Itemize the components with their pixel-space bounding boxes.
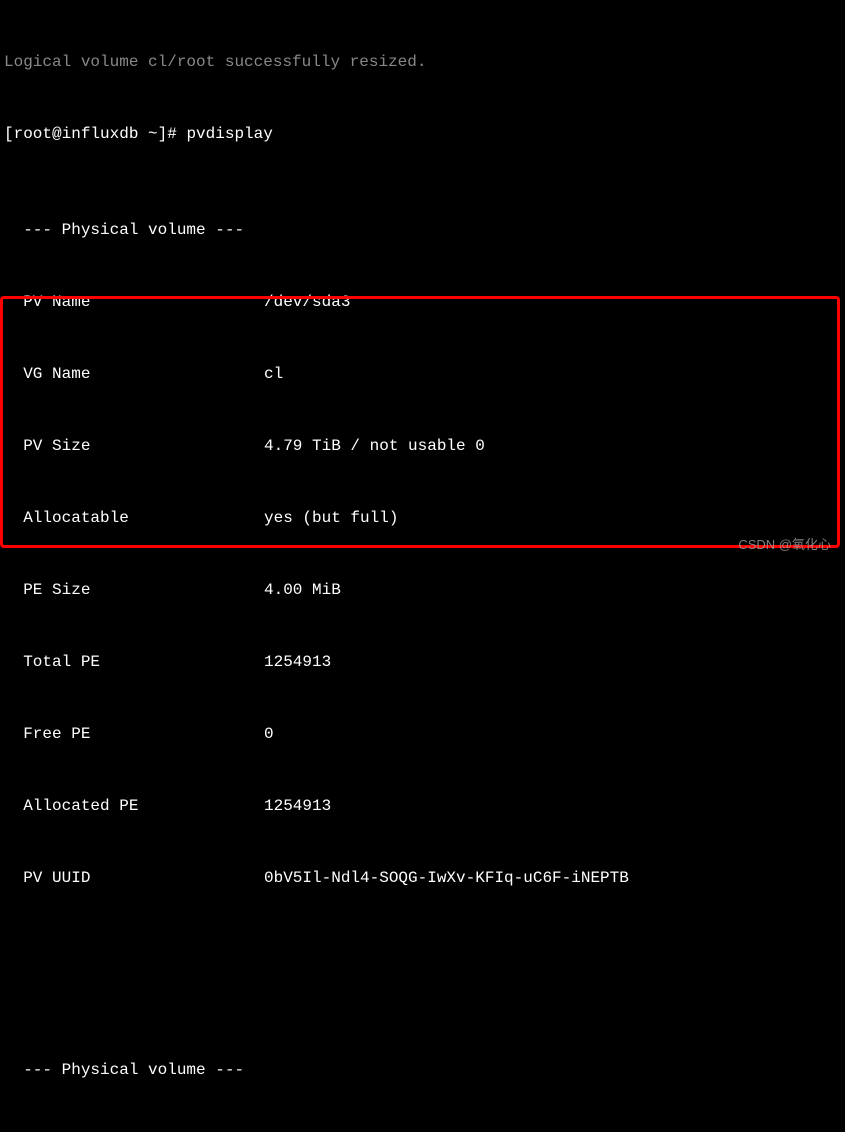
pv-field-row: Allocated PE1254913 [4, 794, 841, 818]
pv-field-value: 0 [264, 725, 274, 743]
pv-field-value: 4.00 MiB [264, 581, 341, 599]
pv-field-label: PV Name [4, 1130, 264, 1132]
pv-field-label: Free PE [4, 722, 264, 746]
pv-section-header: --- Physical volume --- [4, 1058, 841, 1082]
watermark-text: CSDN @氧化心 [738, 535, 831, 555]
pv-field-value: 1254913 [264, 653, 331, 671]
terminal-output[interactable]: Logical volume cl/root successfully resi… [4, 2, 841, 1132]
pv-field-value: yes (but full) [264, 509, 398, 527]
pv-field-value: 4.79 TiB / not usable 0 [264, 437, 485, 455]
pv-field-row: VG Namecl [4, 362, 841, 386]
blank-line [4, 962, 841, 986]
pv-field-row: PV Name/dev/sda4 [4, 1130, 841, 1132]
pv-field-value: 0bV5Il-Ndl4-SOQG-IwXv-KFIq-uC6F-iNEPTB [264, 869, 629, 887]
command-text: pvdisplay [186, 125, 272, 143]
pv-section-header: --- Physical volume --- [4, 218, 841, 242]
pv-field-label: PV Name [4, 290, 264, 314]
pv-field-value: /dev/sda3 [264, 293, 350, 311]
pv-field-label: VG Name [4, 362, 264, 386]
pv-field-row: Free PE0 [4, 722, 841, 746]
pv-field-label: Total PE [4, 650, 264, 674]
shell-prompt: [root@influxdb ~]# [4, 125, 186, 143]
prev-output-line: Logical volume cl/root successfully resi… [4, 50, 841, 74]
pv-field-label: PV UUID [4, 866, 264, 890]
pv-field-row: PV Size4.79 TiB / not usable 0 [4, 434, 841, 458]
pv-field-label: Allocatable [4, 506, 264, 530]
pv-field-value: cl [264, 365, 283, 383]
prompt-line: [root@influxdb ~]# pvdisplay [4, 122, 841, 146]
pv-field-label: Allocated PE [4, 794, 264, 818]
pv-field-label: PE Size [4, 578, 264, 602]
pv-field-value: 1254913 [264, 797, 331, 815]
pv-field-row: PE Size4.00 MiB [4, 578, 841, 602]
pv-field-row: Allocatableyes (but full) [4, 506, 841, 530]
pv-field-label: PV Size [4, 434, 264, 458]
pv-field-row: Total PE1254913 [4, 650, 841, 674]
pv-field-row: PV UUID0bV5Il-Ndl4-SOQG-IwXv-KFIq-uC6F-i… [4, 866, 841, 890]
pv-field-row: PV Name/dev/sda3 [4, 290, 841, 314]
